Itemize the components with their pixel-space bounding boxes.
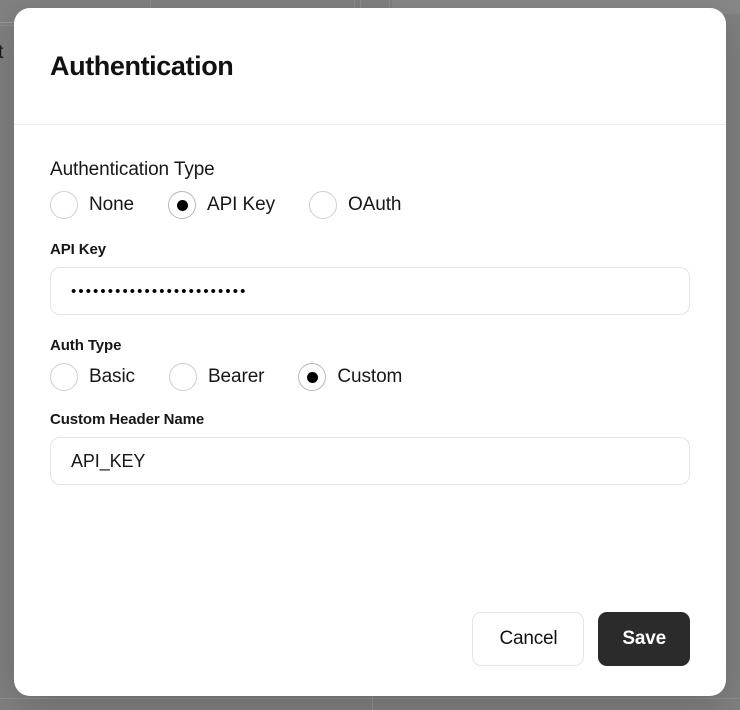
radio-option-none[interactable]: None <box>50 191 134 219</box>
radio-label-oauth: OAuth <box>347 194 402 215</box>
radio-option-custom[interactable]: Custom <box>298 363 402 391</box>
api-key-label: API Key <box>50 241 106 258</box>
dialog-footer: Cancel Save <box>14 612 726 666</box>
background-partial-text: rt <box>0 42 4 63</box>
radio-option-api-key[interactable]: API Key <box>168 191 275 219</box>
radio-circle-icon <box>50 363 78 391</box>
radio-circle-icon <box>298 363 327 391</box>
authentication-dialog: Authentication Authentication Type None … <box>14 8 726 696</box>
custom-header-label: Custom Header Name <box>50 411 205 428</box>
radio-label-custom: Custom <box>337 366 403 387</box>
authentication-type-group: Authentication Type None API Key OAuth <box>50 159 690 219</box>
radio-dot-icon <box>306 371 318 383</box>
auth-scheme-label: Auth Type <box>50 337 122 354</box>
radio-label-none: None <box>89 194 135 215</box>
radio-option-basic[interactable]: Basic <box>50 363 135 391</box>
radio-circle-icon <box>168 363 197 391</box>
radio-circle-icon <box>308 191 337 219</box>
authentication-type-radio-group: None API Key OAuth <box>50 191 690 219</box>
dialog-header: Authentication <box>14 8 726 125</box>
radio-option-oauth[interactable]: OAuth <box>308 191 402 219</box>
radio-circle-icon <box>168 191 197 219</box>
dialog-body: Authentication Type None API Key OAuth A… <box>14 125 726 485</box>
radio-option-bearer[interactable]: Bearer <box>168 363 265 391</box>
custom-header-group: Custom Header Name <box>50 411 690 485</box>
cancel-button[interactable]: Cancel <box>472 612 585 666</box>
radio-circle-icon <box>50 191 78 219</box>
api-key-input[interactable] <box>50 267 690 315</box>
save-button[interactable]: Save <box>598 612 690 666</box>
radio-dot-icon <box>176 199 188 211</box>
authentication-type-label: Authentication Type <box>50 159 215 180</box>
auth-scheme-group: Auth Type Basic Bearer Custom <box>50 337 690 391</box>
background-footer-line <box>0 698 740 699</box>
auth-scheme-radio-group: Basic Bearer Custom <box>50 363 690 391</box>
api-key-group: API Key <box>50 241 690 315</box>
radio-label-api-key: API Key <box>207 194 275 215</box>
radio-label-basic: Basic <box>89 366 135 387</box>
radio-label-bearer: Bearer <box>207 366 265 387</box>
dialog-title: Authentication <box>50 50 234 81</box>
custom-header-input[interactable] <box>50 437 690 485</box>
